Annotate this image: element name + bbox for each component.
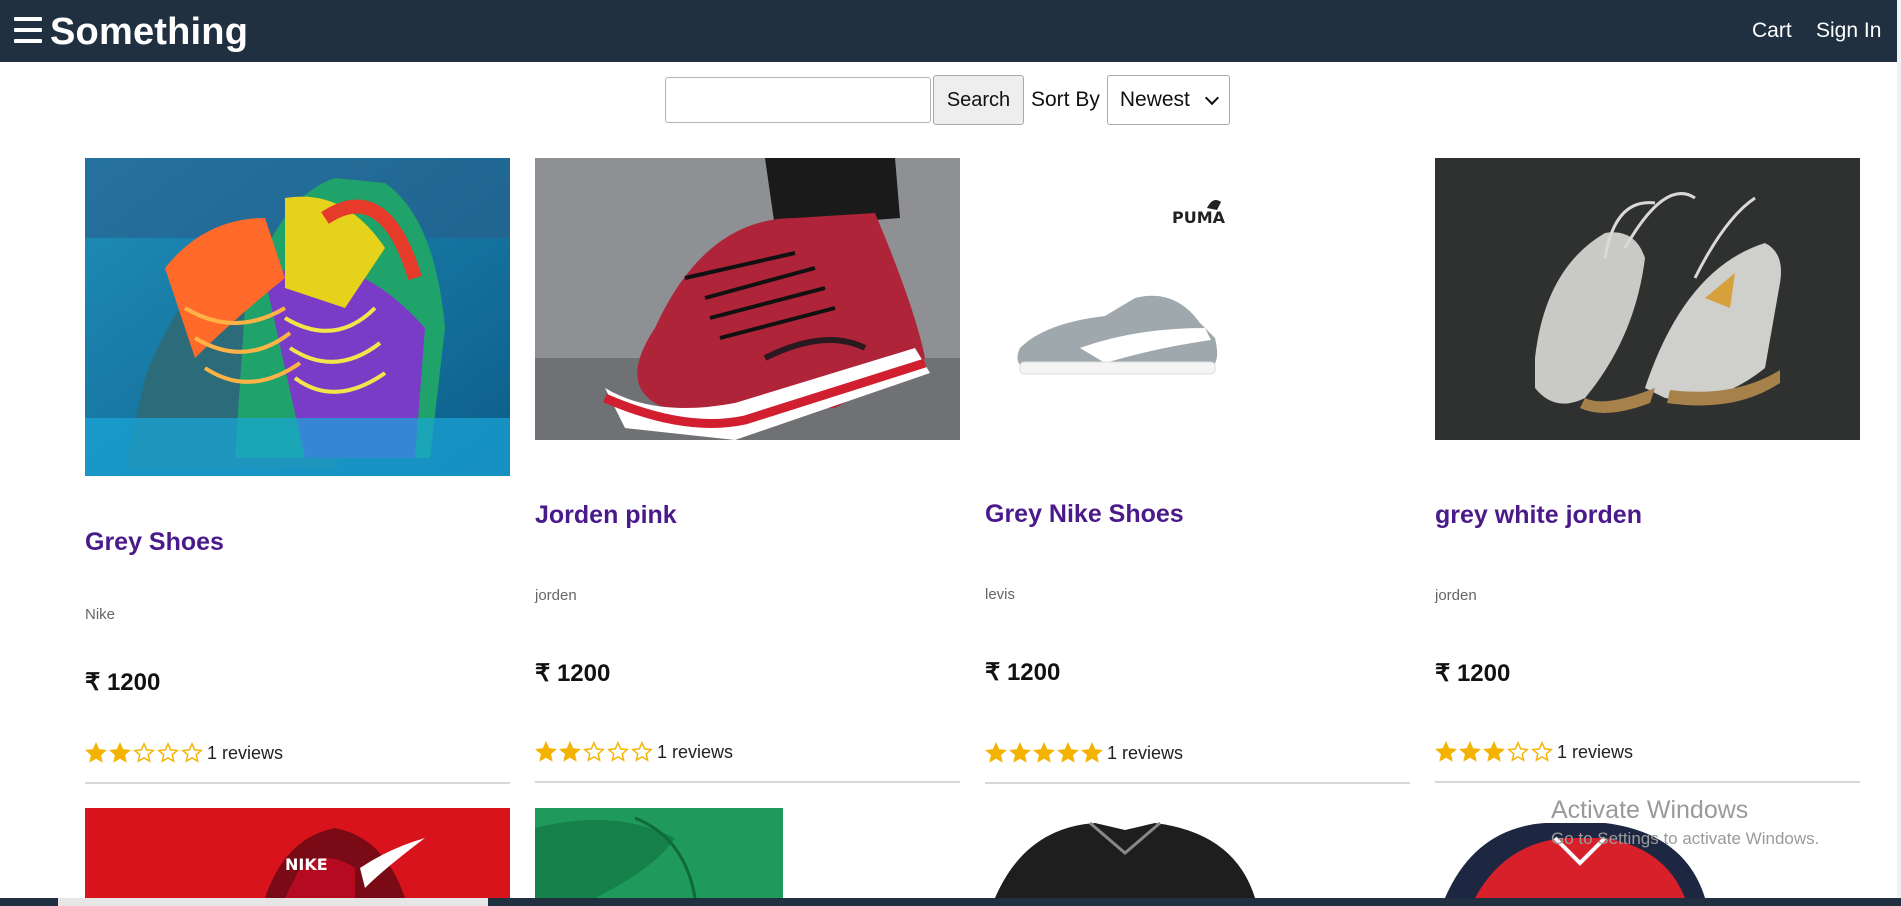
product-brand: jorden — [1435, 587, 1477, 604]
star-empty-icon — [181, 742, 203, 763]
product-reviews: 1 reviews — [1557, 741, 1634, 762]
star-filled-icon — [1033, 742, 1055, 763]
product-card: PUMA Grey Nike Shoes levis ₹ 1200 1 revi… — [985, 158, 1410, 784]
product-rating: 1 reviews — [985, 742, 1183, 764]
product-title[interactable]: Jorden pink — [535, 501, 677, 530]
chevron-down-icon — [1204, 90, 1219, 105]
product-card: Jorden pink jorden ₹ 1200 1 reviews — [535, 158, 960, 783]
windows-activation-title: Activate Windows — [1551, 796, 1749, 824]
product-price: ₹ 1200 — [985, 659, 1061, 686]
top-navbar: Something Cart Sign In — [0, 0, 1897, 62]
nike-logo-text: NIKE — [285, 855, 328, 874]
star-filled-icon — [1057, 742, 1079, 763]
product-rating: 1 reviews — [1435, 741, 1633, 763]
product-image[interactable] — [535, 808, 783, 898]
product-image[interactable] — [85, 158, 510, 476]
star-empty-icon — [133, 742, 155, 763]
product-image[interactable] — [535, 158, 960, 440]
star-filled-icon — [1081, 742, 1103, 763]
star-filled-icon — [1009, 742, 1031, 763]
card-divider — [985, 782, 1410, 784]
star-filled-icon — [1483, 741, 1505, 762]
product-reviews: 1 reviews — [1107, 742, 1184, 763]
windows-activation-subtitle: Go to Settings to activate Windows. — [1551, 829, 1820, 848]
product-card: grey white jorden jorden ₹ 1200 1 review… — [1435, 158, 1860, 783]
card-divider — [1435, 781, 1860, 783]
product-image[interactable]: PUMA — [985, 158, 1410, 440]
product-reviews: 1 reviews — [207, 742, 284, 763]
product-title[interactable]: grey white jorden — [1435, 501, 1642, 530]
card-divider — [535, 781, 960, 783]
product-price: ₹ 1200 — [1435, 660, 1511, 687]
star-filled-icon — [535, 741, 557, 762]
product-image[interactable] — [1435, 158, 1860, 440]
scrollbar-thumb[interactable] — [58, 898, 488, 906]
puma-logo-text: PUMA — [1172, 208, 1226, 227]
product-brand: jorden — [535, 587, 577, 604]
star-empty-icon — [1531, 741, 1553, 762]
star-empty-icon — [157, 742, 179, 763]
star-empty-icon — [607, 741, 629, 762]
star-filled-icon — [559, 741, 581, 762]
product-title[interactable]: Grey Nike Shoes — [985, 500, 1184, 529]
product-rating: 1 reviews — [535, 741, 733, 763]
search-bar: Search Sort By Newest — [665, 75, 1230, 125]
star-empty-icon — [1507, 741, 1529, 762]
star-empty-icon — [583, 741, 605, 762]
product-image[interactable] — [985, 808, 1410, 898]
product-reviews: 1 reviews — [657, 741, 734, 762]
menu-icon[interactable] — [14, 17, 42, 45]
star-filled-icon — [85, 742, 107, 763]
product-title[interactable]: Grey Shoes — [85, 528, 224, 557]
product-rating: 1 reviews — [85, 742, 283, 764]
star-filled-icon — [1435, 741, 1457, 762]
product-price: ₹ 1200 — [535, 660, 611, 687]
sort-selected-value: Newest — [1119, 88, 1190, 111]
star-empty-icon — [631, 741, 653, 762]
product-brand: Nike — [85, 606, 116, 623]
product-card: Grey Shoes Nike ₹ 1200 1 reviews — [85, 158, 510, 784]
card-divider — [85, 782, 510, 784]
search-input[interactable] — [665, 77, 931, 123]
signin-link[interactable]: Sign In — [1816, 19, 1881, 43]
star-filled-icon — [109, 742, 131, 763]
brand-logo-link[interactable]: Something — [50, 11, 248, 54]
star-filled-icon — [1459, 741, 1481, 762]
page-scrollbar[interactable] — [1897, 0, 1901, 906]
search-button[interactable]: Search — [933, 75, 1024, 125]
sort-label: Sort By — [1031, 88, 1100, 111]
star-filled-icon — [985, 742, 1007, 763]
sort-select[interactable]: Newest — [1106, 75, 1230, 125]
product-price: ₹ 1200 — [85, 669, 161, 696]
product-image[interactable]: NIKE — [85, 808, 510, 898]
product-brand: levis — [985, 586, 1016, 603]
cart-link[interactable]: Cart — [1752, 19, 1792, 43]
